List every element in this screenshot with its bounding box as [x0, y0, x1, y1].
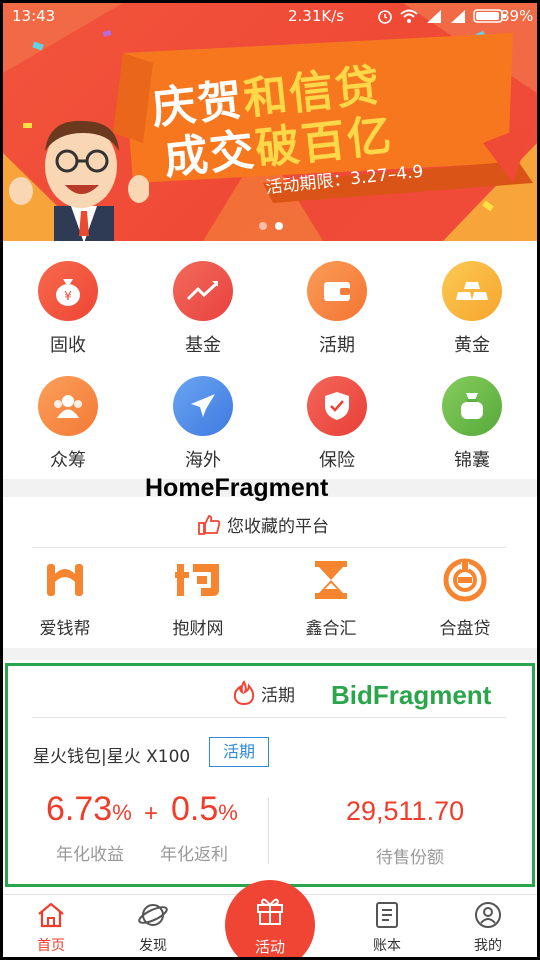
status-network-speed: 2.31K/s	[288, 7, 345, 25]
tab-label: 活动	[254, 938, 285, 956]
platform-hepandai[interactable]: 合盘贷	[405, 558, 525, 639]
aiqianbang-logo-icon	[41, 558, 89, 602]
status-bar: 13:43 2.31K/s 89%	[3, 3, 537, 29]
category-huangjin[interactable]: 黄金	[412, 261, 532, 357]
promo-banner[interactable]: 庆贺和信贷 成交破百亿 活动期限：3.27–4.9	[3, 3, 537, 241]
tab-discover[interactable]: 发现	[113, 901, 193, 955]
wifi-icon	[400, 9, 418, 23]
wallet-icon	[307, 261, 367, 321]
status-icons	[377, 8, 507, 24]
banner-pagination	[259, 222, 283, 230]
signal-icon	[451, 10, 465, 23]
category-zhongchou[interactable]: 众筹	[8, 376, 128, 472]
hepandai-logo-icon	[441, 558, 489, 602]
remaining-amount-label: 待售份额	[376, 848, 444, 868]
vertical-divider	[268, 798, 269, 864]
bid-section-title: 活期	[261, 685, 295, 706]
annual-rate-label: 年化收益	[56, 845, 124, 865]
category-gushou[interactable]: ¥ 固收	[8, 261, 128, 357]
gold-bars-icon	[442, 261, 502, 321]
alarm-icon	[378, 10, 392, 24]
rebate-rate-label: 年化返利	[160, 845, 228, 865]
pouch-icon	[442, 376, 502, 436]
category-baoxian[interactable]: 保险	[277, 376, 397, 472]
status-battery: 89%	[500, 7, 534, 25]
xinhehui-logo-icon	[307, 558, 355, 602]
category-label: 黄金	[454, 335, 490, 356]
platform-label: 合盘贷	[439, 619, 491, 639]
favorites-title: 您收藏的平台	[227, 517, 329, 537]
shield-check-icon	[307, 376, 367, 436]
platform-baocai[interactable]: 抱财网	[138, 558, 258, 639]
category-jinnang[interactable]: 锦囊	[412, 376, 532, 472]
ledger-icon	[376, 902, 398, 928]
platform-label: 鑫合汇	[305, 619, 357, 639]
home-fragment-annotation: HomeFragment	[145, 474, 329, 502]
category-haiwai[interactable]: 海外	[143, 376, 263, 472]
mascot-illustration	[9, 120, 149, 241]
tab-label: 发现	[139, 938, 167, 954]
favorites-header: 您收藏的平台	[3, 497, 537, 547]
status-time: 13:43	[12, 7, 56, 25]
plus-sign: +	[144, 800, 159, 827]
tab-profile[interactable]: 我的	[448, 901, 528, 955]
product-name[interactable]: 星火钱包|星火 X100	[33, 742, 190, 767]
gift-icon	[257, 898, 283, 925]
category-grid: ¥ 固收 基金 活期 黄金 众筹 海外 保险 锦囊	[3, 241, 537, 479]
platform-xinhehui[interactable]: 鑫合汇	[271, 558, 391, 639]
user-icon	[475, 902, 501, 928]
section-divider	[3, 648, 537, 660]
baocai-logo-icon	[174, 558, 222, 602]
planet-icon	[138, 904, 168, 926]
bid-fragment-annotation: BidFragment	[331, 680, 492, 710]
category-label: 海外	[185, 450, 221, 471]
tab-home[interactable]: 首页	[11, 901, 91, 955]
rebate-rate: 0.5%	[171, 790, 238, 828]
category-label: 众筹	[50, 450, 86, 471]
signal-icon	[427, 10, 441, 23]
divider-line	[32, 717, 506, 718]
tab-ledger[interactable]: 账本	[347, 901, 427, 955]
product-tag: 活期	[209, 737, 269, 767]
trend-line-icon	[173, 261, 233, 321]
thumbs-up-icon	[198, 514, 221, 535]
category-label: 基金	[185, 335, 221, 356]
pagination-dot-active[interactable]	[275, 222, 283, 230]
bid-section-header: 活期	[233, 680, 295, 706]
favorite-platforms: 爱钱帮 抱财网 鑫合汇 合盘贷	[3, 548, 537, 648]
home-icon	[38, 902, 64, 928]
category-label: 活期	[319, 335, 355, 356]
platform-aiqianbang[interactable]: 爱钱帮	[5, 558, 125, 639]
airplane-icon	[173, 376, 233, 436]
remaining-amount: 29,511.70	[346, 796, 465, 826]
category-jijin[interactable]: 基金	[143, 261, 263, 357]
tab-activity[interactable]: 活动	[225, 880, 315, 960]
platform-label: 爱钱帮	[39, 619, 91, 639]
tab-label: 首页	[37, 938, 65, 954]
category-huoqi[interactable]: 活期	[277, 261, 397, 357]
people-icon	[38, 376, 98, 436]
flame-icon	[233, 680, 255, 706]
category-label: 固收	[50, 335, 86, 356]
platform-label: 抱财网	[172, 619, 224, 639]
tab-label: 账本	[373, 938, 401, 954]
svg-text:¥: ¥	[64, 289, 72, 303]
pagination-dot[interactable]	[259, 222, 267, 230]
category-label: 锦囊	[454, 450, 490, 471]
annual-rate: 6.73%	[46, 790, 132, 828]
category-label: 保险	[319, 450, 355, 471]
tab-label: 我的	[474, 938, 502, 954]
money-bag-icon: ¥	[38, 261, 98, 321]
